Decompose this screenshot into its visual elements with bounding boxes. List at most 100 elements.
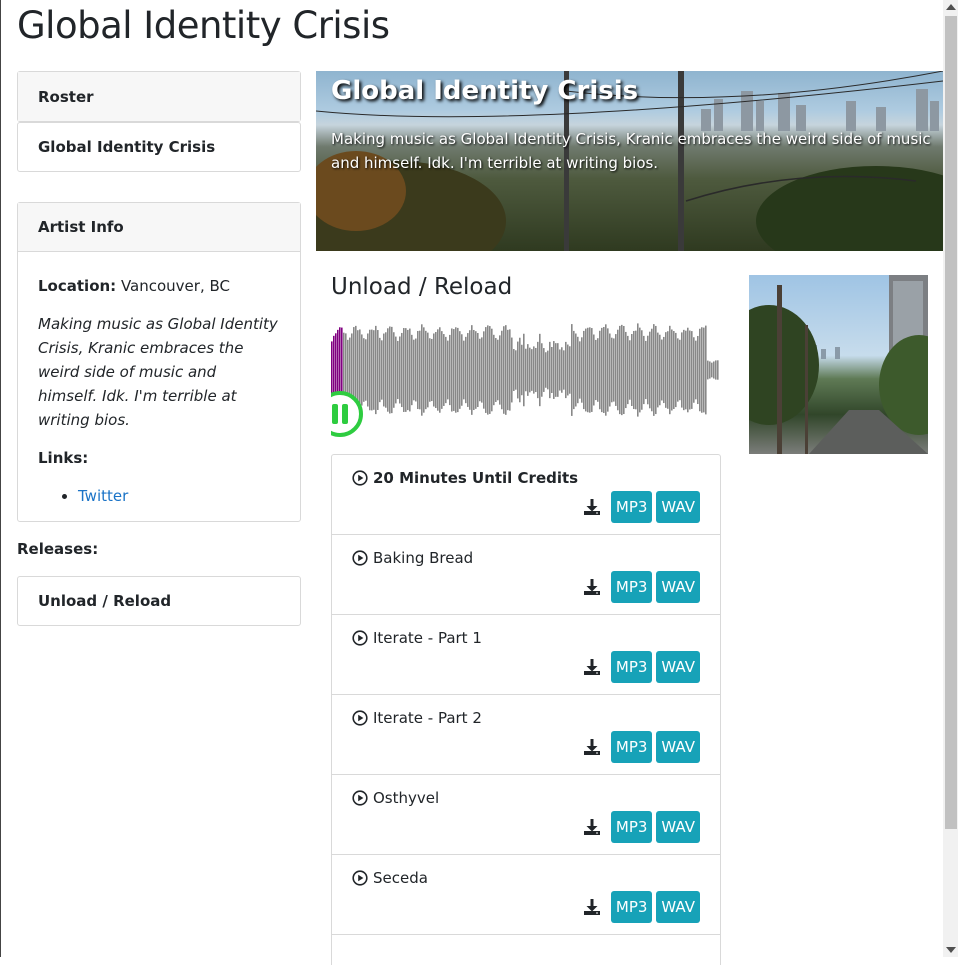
wav-download-button[interactable]: WAV <box>656 651 700 683</box>
waveform-bar <box>647 335 649 405</box>
download-icon[interactable] <box>583 658 601 676</box>
pause-icon[interactable] <box>331 391 363 437</box>
download-icon[interactable] <box>583 738 601 756</box>
waveform-bar <box>393 332 395 408</box>
track-play-toggle[interactable]: Seceda <box>352 869 428 887</box>
artist-info-body: Location: Vancouver, BC Making music as … <box>18 252 300 518</box>
track-play-toggle[interactable]: Iterate - Part 1 <box>352 629 482 647</box>
waveform-bar <box>631 334 633 406</box>
scroll-down-arrow-icon[interactable] <box>946 947 956 953</box>
wav-download-button[interactable]: WAV <box>656 731 700 763</box>
track-play-toggle[interactable]: Baking Bread <box>352 549 473 567</box>
waveform-bar <box>395 336 397 404</box>
waveform-bar <box>593 334 595 406</box>
scroll-thumb[interactable] <box>945 16 957 829</box>
wav-download-button[interactable]: WAV <box>656 811 700 843</box>
waveform-bar <box>527 344 529 396</box>
wav-download-button[interactable]: WAV <box>656 571 700 603</box>
twitter-link[interactable]: Twitter <box>78 487 128 505</box>
release-link[interactable]: Unload / Reload <box>18 577 300 625</box>
play-circle-icon[interactable] <box>352 790 368 806</box>
track-play-toggle[interactable]: Iterate - Part 2 <box>352 709 482 727</box>
waveform-bar <box>635 330 637 410</box>
waveform-bar <box>703 327 705 413</box>
download-icon[interactable] <box>583 898 601 916</box>
waveform-bar <box>443 334 445 406</box>
track-row: Baking Bread MP3 WAV <box>332 535 720 615</box>
waveform-bar <box>641 330 643 410</box>
waveform-bar <box>657 332 659 408</box>
artist-link[interactable]: Global Identity Crisis <box>18 123 300 171</box>
waveform-bar <box>675 332 677 408</box>
waveform-bar <box>511 337 513 403</box>
scrollbar[interactable] <box>943 0 958 957</box>
waveform-bar <box>605 324 607 416</box>
releases-label: Releases: <box>17 540 99 558</box>
banner-title: Global Identity Crisis <box>331 76 639 106</box>
waveform-bar <box>361 334 363 406</box>
waveform-bar <box>681 332 683 408</box>
mp3-download-button[interactable]: MP3 <box>610 811 653 843</box>
waveform-bar <box>543 348 545 392</box>
waveform-bar <box>389 326 391 414</box>
waveform-bar <box>363 338 365 402</box>
waveform-bar <box>451 328 453 412</box>
download-icon[interactable] <box>583 818 601 836</box>
play-circle-icon[interactable] <box>352 710 368 726</box>
mp3-download-button[interactable]: MP3 <box>610 891 653 923</box>
album-art-image <box>749 275 928 454</box>
waveform-bar <box>417 330 419 410</box>
play-circle-icon[interactable] <box>352 470 368 486</box>
wav-download-button[interactable]: WAV <box>656 891 700 923</box>
waveform-bar <box>383 333 385 407</box>
waveform-bar <box>449 334 451 406</box>
waveform-bar <box>575 333 577 407</box>
artist-bio: Making music as Global Identity Crisis, … <box>38 315 278 429</box>
waveform-bar <box>439 327 441 413</box>
waveform-bar <box>385 332 387 408</box>
play-circle-icon[interactable] <box>352 550 368 566</box>
download-icon[interactable] <box>583 578 601 596</box>
waveform-bar <box>401 332 403 408</box>
track-title: Baking Bread <box>373 549 474 567</box>
mp3-download-button[interactable]: MP3 <box>610 491 653 523</box>
album-title: Unload / Reload <box>331 274 513 300</box>
waveform-bar <box>531 349 533 391</box>
banner-bio: Making music as Global Identity Crisis, … <box>331 130 931 172</box>
waveform-bar <box>447 340 449 400</box>
waveform-bar <box>689 330 691 410</box>
waveform-bar <box>545 352 547 388</box>
waveform-bar <box>645 340 647 400</box>
waveform-bar <box>519 337 521 403</box>
waveform[interactable] <box>331 313 721 441</box>
waveform-bar <box>547 350 549 390</box>
waveform-bar <box>491 328 493 412</box>
waveform-bar <box>457 327 459 413</box>
waveform-bar <box>477 332 479 408</box>
waveform-bar <box>587 327 589 413</box>
mp3-download-button[interactable]: MP3 <box>610 651 653 683</box>
link-item: Twitter <box>78 484 280 508</box>
mp3-download-button[interactable]: MP3 <box>610 731 653 763</box>
waveform-bar <box>411 334 413 406</box>
waveform-bar <box>673 331 675 409</box>
download-icon[interactable] <box>583 498 601 516</box>
waveform-bar <box>607 328 609 412</box>
waveform-bar <box>349 337 351 403</box>
track-play-toggle[interactable]: 20 Minutes Until Credits <box>352 469 578 487</box>
waveform-bar <box>483 331 485 409</box>
waveform-bar <box>655 325 657 415</box>
scroll-up-arrow-icon[interactable] <box>946 4 956 10</box>
mp3-download-button[interactable]: MP3 <box>610 571 653 603</box>
waveform-bar <box>695 340 697 400</box>
waveform-bar <box>693 337 695 403</box>
track-list: 20 Minutes Until Credits MP3 WAV Baking Bre… <box>331 454 721 965</box>
roster-link[interactable]: Roster <box>18 72 300 121</box>
wav-download-button[interactable]: WAV <box>656 491 700 523</box>
waveform-bar <box>583 330 585 410</box>
track-play-toggle[interactable]: Osthyvel <box>352 789 439 807</box>
play-circle-icon[interactable] <box>352 630 368 646</box>
waveform-bar <box>413 339 415 401</box>
play-circle-icon[interactable] <box>352 870 368 886</box>
waveform-bar <box>415 338 417 402</box>
